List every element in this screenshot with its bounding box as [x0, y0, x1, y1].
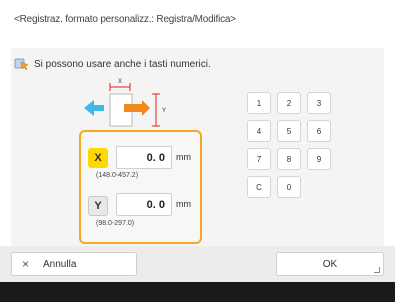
cancel-button-label: Annulla	[43, 258, 77, 270]
key-8[interactable]: 8	[277, 148, 301, 170]
key-6[interactable]: 6	[307, 120, 331, 142]
diagram-x-label: X	[118, 79, 122, 85]
key-7[interactable]: 7	[247, 148, 271, 170]
keypad-hint-icon	[14, 58, 29, 71]
key-9[interactable]: 9	[307, 148, 331, 170]
y-unit-label: mm	[176, 199, 191, 209]
y-range-label: (98.0-297.0)	[96, 220, 135, 227]
x-axis-button[interactable]: X	[88, 148, 108, 168]
status-footer	[0, 282, 395, 302]
ok-button-label: OK	[322, 258, 338, 270]
ok-button[interactable]: OK	[276, 252, 384, 276]
x-unit-label: mm	[176, 152, 191, 162]
cancel-button[interactable]: × Annulla	[11, 252, 137, 276]
diagram-y-label: Y	[162, 108, 166, 114]
key-1[interactable]: 1	[247, 92, 271, 114]
paper-size-diagram: X Y	[84, 79, 166, 127]
y-axis-button[interactable]: Y	[88, 196, 108, 216]
x-range-label: (148.0-457.2)	[96, 172, 139, 179]
corner-indicator-icon	[374, 267, 380, 273]
key-0[interactable]: 0	[277, 176, 301, 198]
page-title: <Registraz. formato personalizz.: Regist…	[14, 14, 236, 25]
y-value-field[interactable]: 0. 0	[116, 193, 172, 216]
close-icon: ×	[22, 257, 30, 271]
key-2[interactable]: 2	[277, 92, 301, 114]
key-3[interactable]: 3	[307, 92, 331, 114]
key-clear[interactable]: C	[247, 176, 271, 198]
key-5[interactable]: 5	[277, 120, 301, 142]
key-4[interactable]: 4	[247, 120, 271, 142]
hint-text: Si possono usare anche i tasti numerici.	[34, 59, 211, 70]
x-value-field[interactable]: 0. 0	[116, 146, 172, 169]
